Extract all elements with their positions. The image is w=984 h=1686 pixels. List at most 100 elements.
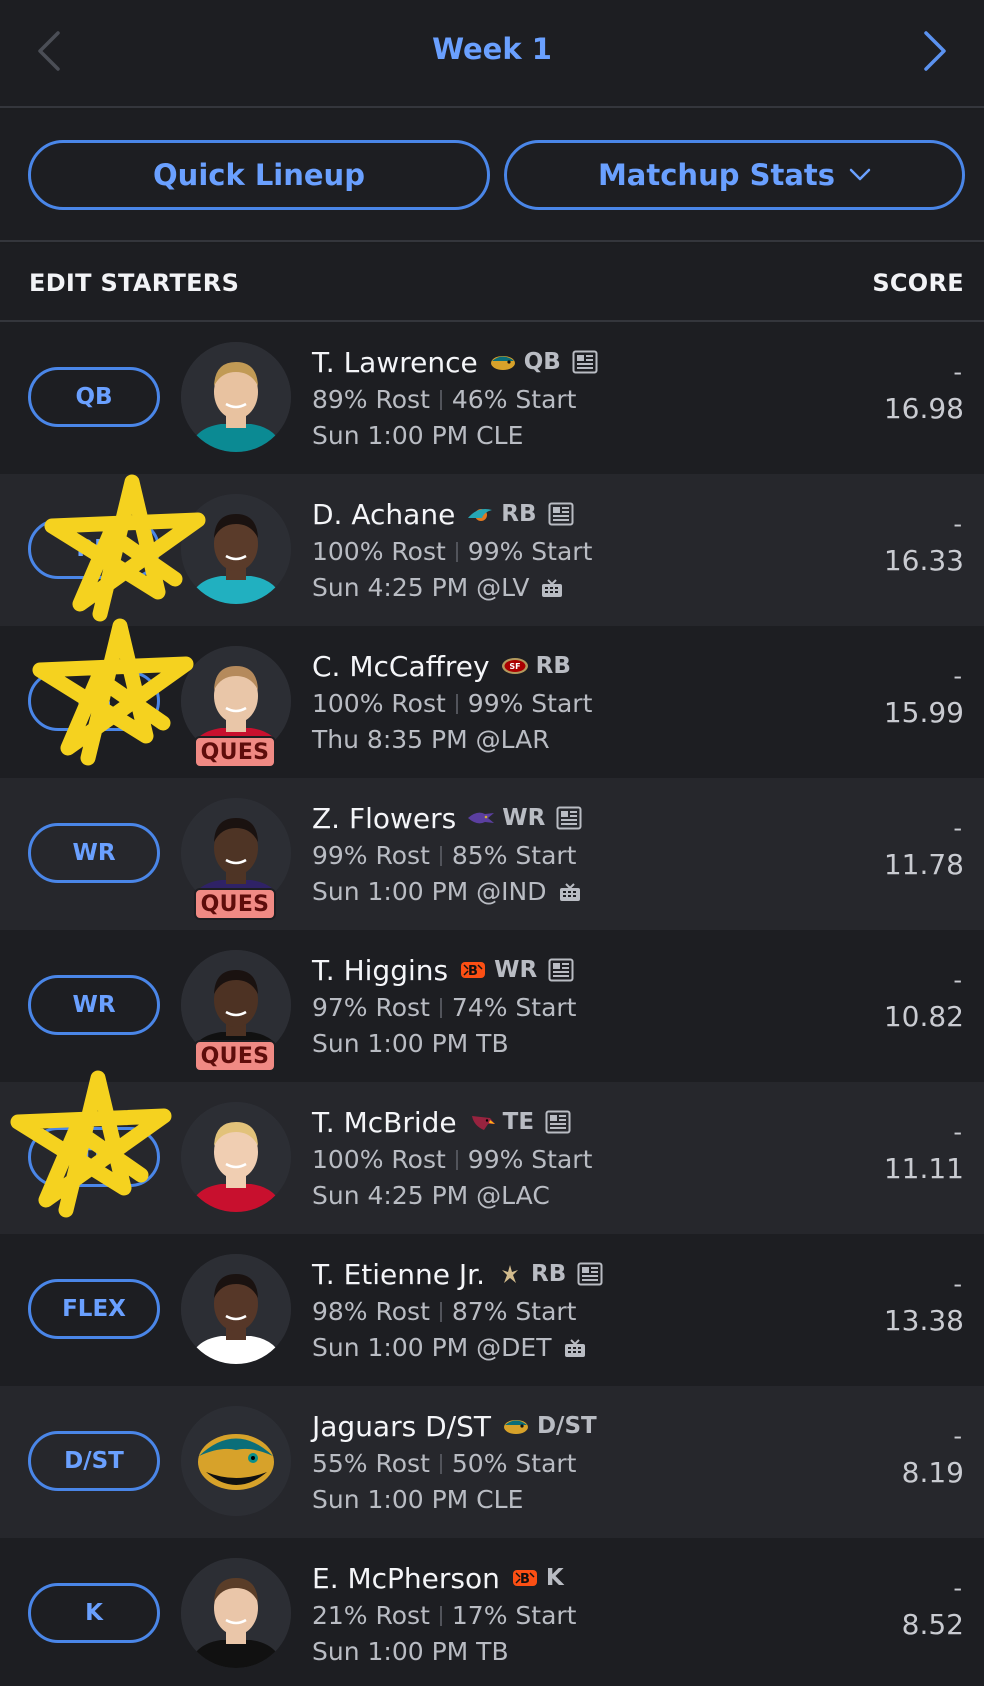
score-column-heading: SCORE — [872, 269, 964, 297]
rostered-percent: 100% Rost — [312, 537, 446, 566]
slot-label: WR — [72, 840, 116, 866]
player-headshot[interactable] — [181, 1102, 291, 1212]
news-icon[interactable] — [544, 1109, 572, 1135]
news-icon[interactable] — [547, 501, 575, 527]
player-name-link[interactable]: E. McPherson — [312, 1562, 500, 1595]
player-headshot[interactable] — [181, 342, 291, 452]
news-icon[interactable] — [571, 349, 599, 375]
slot-label: RB — [76, 536, 112, 562]
divider — [439, 1302, 442, 1322]
cardinals-logo-icon — [467, 1110, 497, 1134]
player-name-link[interactable]: T. Etienne Jr. — [312, 1258, 485, 1291]
next-week-button[interactable] — [910, 26, 960, 76]
slot-button[interactable]: D/ST — [28, 1431, 160, 1491]
player-row[interactable]: FLEX T. Etienne Jr. RB 98% Rost 87% Start Sun… — [0, 1234, 984, 1386]
player-row[interactable]: QB T. Lawrence QB 89% Rost 46% Start Sun 1:00… — [0, 322, 984, 474]
projected-score: 16.98 — [883, 392, 964, 425]
player-position: WR — [494, 957, 538, 983]
rostered-percent: 55% Rost — [312, 1449, 430, 1478]
player-headshot[interactable] — [181, 494, 291, 604]
game-time-opponent: Sun 4:25 PM @LV — [312, 573, 530, 602]
chevron-down-icon — [849, 168, 871, 181]
player-headshot[interactable] — [181, 1254, 291, 1364]
player-row[interactable]: K E. McPherson B K 21% Rost 17% Start Sun 1:00… — [0, 1538, 984, 1686]
actual-score: - — [953, 1574, 962, 1602]
projected-score: 8.52 — [901, 1608, 964, 1641]
projected-score: 15.99 — [883, 696, 964, 729]
player-name-link[interactable]: D. Achane — [312, 498, 455, 531]
player-name-link[interactable]: Jaguars D/ST — [312, 1410, 491, 1443]
divider — [439, 1606, 442, 1626]
starters-table-header: EDIT STARTERS SCORE — [0, 244, 984, 322]
player-headshot[interactable] — [181, 1558, 291, 1668]
divider — [455, 694, 458, 714]
slot-button[interactable]: WR — [28, 823, 160, 883]
slot-button[interactable]: FLEX — [28, 1279, 160, 1339]
actual-score: - — [953, 358, 962, 386]
started-percent: 46% Start — [451, 385, 577, 414]
game-time-opponent: Sun 4:25 PM @LAC — [312, 1181, 550, 1210]
quick-lineup-button[interactable]: Quick Lineup — [28, 140, 490, 210]
rostered-percent: 98% Rost — [312, 1297, 430, 1326]
news-icon[interactable] — [547, 957, 575, 983]
player-position: QB — [523, 349, 561, 375]
started-percent: 99% Start — [467, 689, 593, 718]
divider — [455, 1150, 458, 1170]
news-icon[interactable] — [576, 1261, 604, 1287]
rostered-percent: 100% Rost — [312, 689, 446, 718]
svg-text:B: B — [468, 964, 478, 979]
player-row[interactable]: TE T. McBride TE 100% Rost 99% Start Sun 4:25… — [0, 1070, 984, 1234]
divider — [439, 846, 442, 866]
matchup-stats-dropdown[interactable]: Matchup Stats — [504, 140, 965, 210]
slot-button[interactable]: TE — [28, 1127, 160, 1187]
player-name-link[interactable]: T. McBride — [312, 1106, 457, 1139]
slot-label: RB — [76, 688, 112, 714]
player-row[interactable]: WR QUES Z. Flowers WR 99% Rost 85% Start Sun 1… — [0, 778, 984, 930]
player-info: T. McBride TE 100% Rost 99% Start Sun 4:25 P… — [312, 1102, 852, 1214]
game-time-opponent: Sun 1:00 PM @IND — [312, 877, 547, 906]
slot-button[interactable]: WR — [28, 975, 160, 1035]
slot-button[interactable]: RB — [28, 519, 160, 579]
projected-score: 10.82 — [883, 1000, 964, 1033]
quick-lineup-label: Quick Lineup — [153, 158, 365, 192]
rostered-percent: 97% Rost — [312, 993, 430, 1022]
player-row[interactable]: RB QUES C. McCaffrey SF RB 100% Rost 99% Start… — [0, 618, 984, 778]
started-percent: 99% Start — [467, 1145, 593, 1174]
edit-starters-heading: EDIT STARTERS — [29, 269, 240, 297]
game-time-opponent: Sun 1:00 PM TB — [312, 1637, 509, 1666]
slot-button[interactable]: RB — [28, 671, 160, 731]
player-position: RB — [535, 653, 571, 679]
actual-score: - — [953, 1118, 962, 1146]
news-icon[interactable] — [555, 805, 583, 831]
player-name-link[interactable]: T. Higgins — [312, 954, 448, 987]
player-row[interactable]: D/ST Jaguars D/ST D/ST 55% Rost 50% Start Sun… — [0, 1386, 984, 1538]
player-position: RB — [530, 1261, 567, 1287]
game-time-opponent: Sun 1:00 PM @DET — [312, 1333, 552, 1362]
divider — [439, 1454, 442, 1474]
slot-label: QB — [75, 384, 113, 410]
matchup-stats-label: Matchup Stats — [597, 158, 836, 192]
ravens-logo-icon — [466, 806, 496, 830]
player-row[interactable]: RB D. Achane RB 100% Rost 99% Start Sun 4:25 … — [0, 474, 984, 626]
slot-label: K — [85, 1600, 103, 1626]
game-time-opponent: Sun 1:00 PM TB — [312, 1029, 509, 1058]
player-row[interactable]: WR QUES T. Higgins B WR 97% Rost 74% Start Sun … — [0, 930, 984, 1082]
player-headshot[interactable] — [181, 1406, 291, 1516]
jaguars-logo-icon — [488, 350, 518, 374]
player-info: C. McCaffrey SF RB 100% Rost 99% Start Thu 8:… — [312, 646, 852, 758]
slot-button[interactable]: QB — [28, 367, 160, 427]
slot-label: TE — [78, 1144, 110, 1170]
week-navigation-bar: Week 1 — [0, 0, 984, 108]
player-position: WR — [502, 805, 546, 831]
projected-score: 16.33 — [883, 544, 964, 577]
player-info: T. Lawrence QB 89% Rost 46% Start Sun 1:00 P… — [312, 342, 852, 454]
slot-button[interactable]: K — [28, 1583, 160, 1643]
player-position: RB — [501, 501, 537, 527]
player-name-link[interactable]: T. Lawrence — [312, 346, 478, 379]
questionable-status-badge: QUES — [194, 1040, 276, 1072]
player-info: Jaguars D/ST D/ST 55% Rost 50% Start Sun 1:0… — [312, 1406, 852, 1518]
player-name-link[interactable]: C. McCaffrey — [312, 650, 490, 683]
divider — [455, 542, 458, 562]
lineup-action-bar: Quick Lineup Matchup Stats — [0, 110, 984, 242]
player-name-link[interactable]: Z. Flowers — [312, 802, 456, 835]
